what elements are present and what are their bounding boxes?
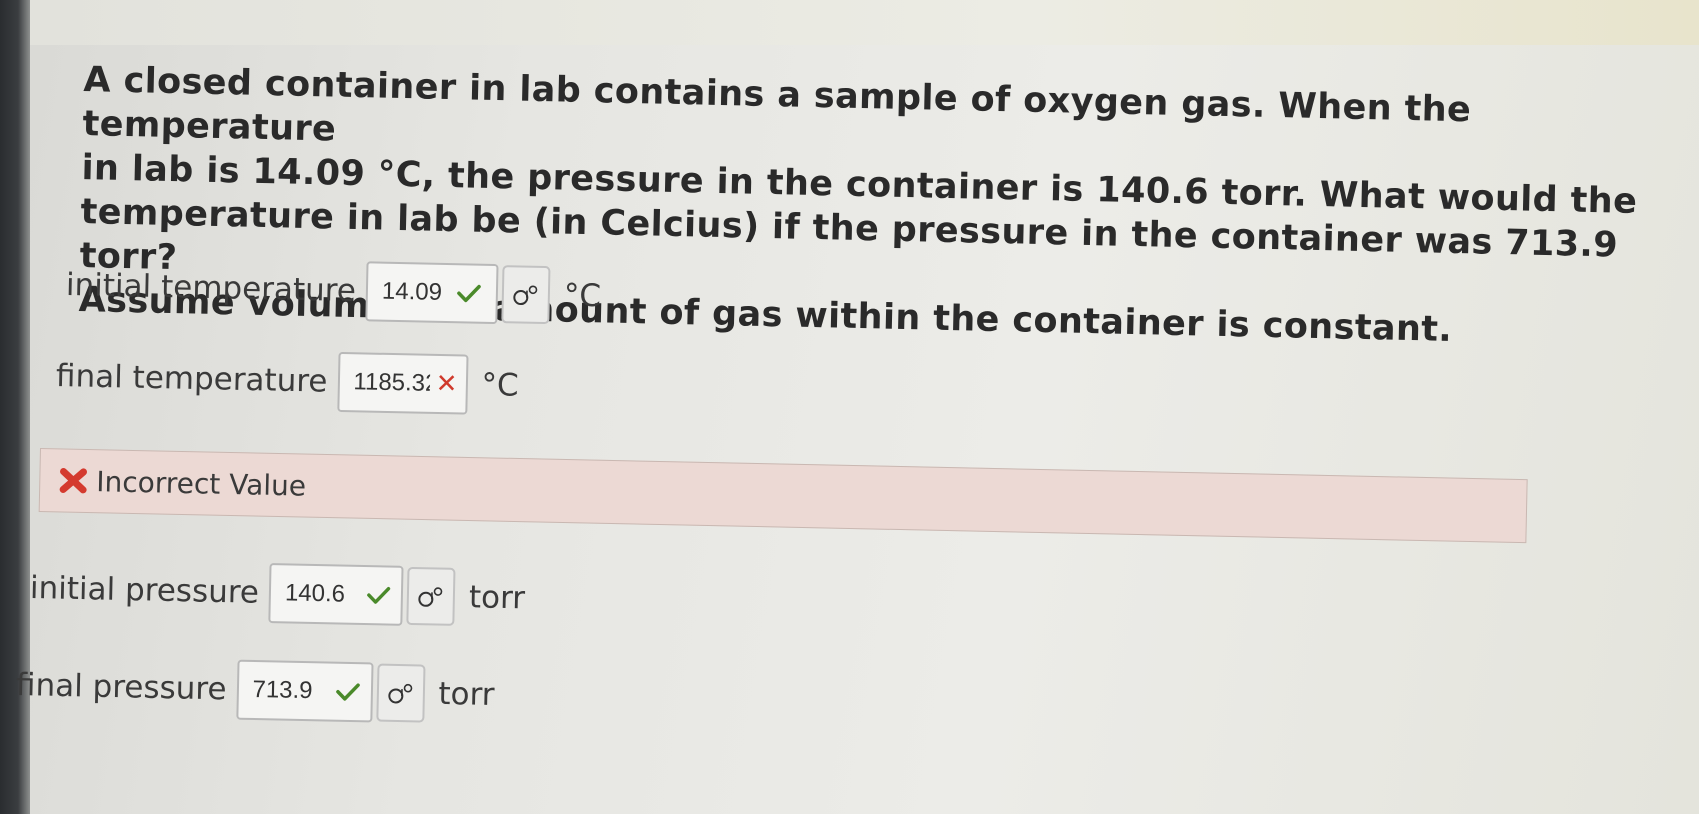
sig-figs-button[interactable] <box>375 663 426 723</box>
sig-figs-icon <box>387 683 412 704</box>
final-pressure-input[interactable]: 713.9 <box>235 659 374 723</box>
initial-pressure-label: initial pressure <box>29 570 260 611</box>
initial-temperature-unit: °C <box>563 277 602 315</box>
cross-icon: ✕ <box>435 368 458 400</box>
final-temperature-input[interactable]: 1185.32 ✕ <box>336 351 469 415</box>
final-temperature-unit: °C <box>481 366 519 404</box>
final-pressure-label: final pressure <box>15 667 227 708</box>
initial-temperature-input[interactable]: 14.09 <box>365 261 499 325</box>
check-icon <box>457 284 481 303</box>
final-pressure-value: 713.9 <box>252 675 313 705</box>
error-x-icon <box>59 467 88 494</box>
initial-pressure-row: initial pressure 140.6 torr <box>29 558 525 628</box>
top-bar <box>30 0 1699 45</box>
final-temperature-label: final temperature <box>55 358 328 400</box>
final-temperature-value: 1185.32 <box>353 368 430 398</box>
initial-pressure-unit: torr <box>468 579 526 617</box>
initial-temperature-value: 14.09 <box>381 277 443 306</box>
sig-figs-icon <box>513 285 538 306</box>
final-temperature-row: final temperature 1185.32 ✕ °C <box>55 346 519 416</box>
check-icon <box>366 586 390 604</box>
feedback-banner: Incorrect Value <box>38 448 1528 544</box>
initial-pressure-value: 140.6 <box>284 579 344 608</box>
initial-temperature-row: initial temperature 14.09 °C <box>65 255 601 326</box>
final-pressure-row: final pressure 713.9 torr <box>15 655 495 725</box>
sig-figs-button[interactable] <box>501 265 551 325</box>
sig-figs-button[interactable] <box>406 566 456 626</box>
final-pressure-unit: torr <box>438 675 495 714</box>
check-icon <box>335 683 360 701</box>
initial-pressure-input[interactable]: 140.6 <box>268 563 404 626</box>
sig-figs-icon <box>418 587 443 607</box>
feedback-text: Incorrect Value <box>95 464 307 503</box>
initial-temperature-label: initial temperature <box>65 267 357 310</box>
